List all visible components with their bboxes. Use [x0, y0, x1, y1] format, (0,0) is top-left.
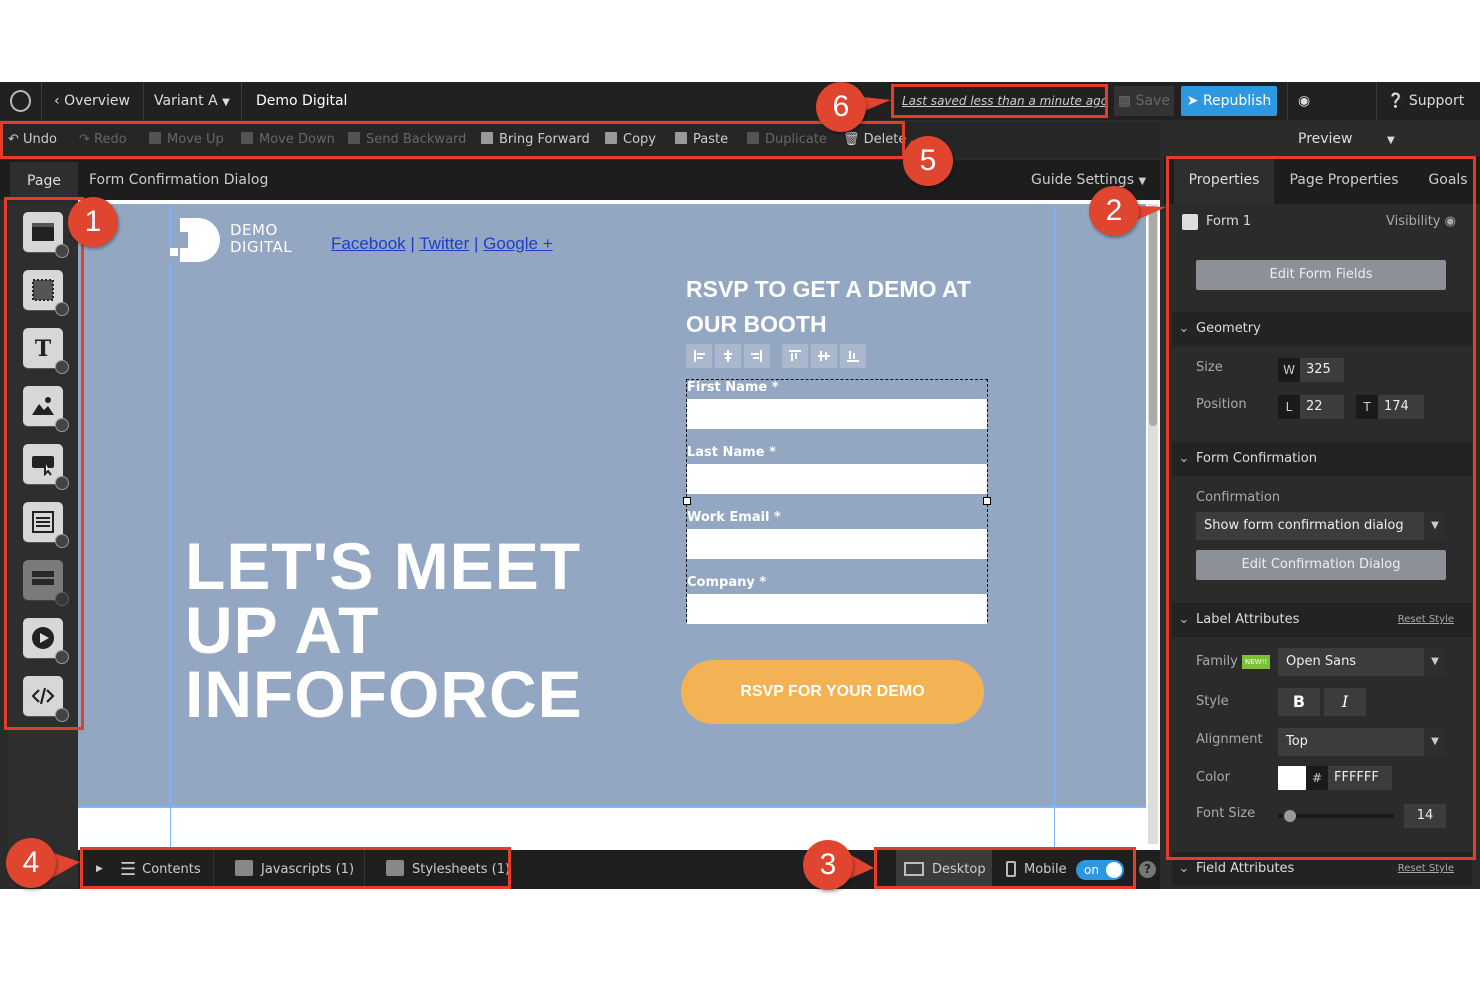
- annotation-callout-6: 6: [816, 82, 866, 132]
- annotation-callout-4: 4: [6, 838, 56, 888]
- annotation-pointers: [45, 96, 1166, 882]
- annotation-callout-1: 1: [68, 197, 118, 247]
- annotation-callout-2: 2: [1089, 186, 1139, 236]
- annotation-callout-5: 5: [903, 136, 953, 186]
- annotation-callout-3: 3: [803, 840, 853, 890]
